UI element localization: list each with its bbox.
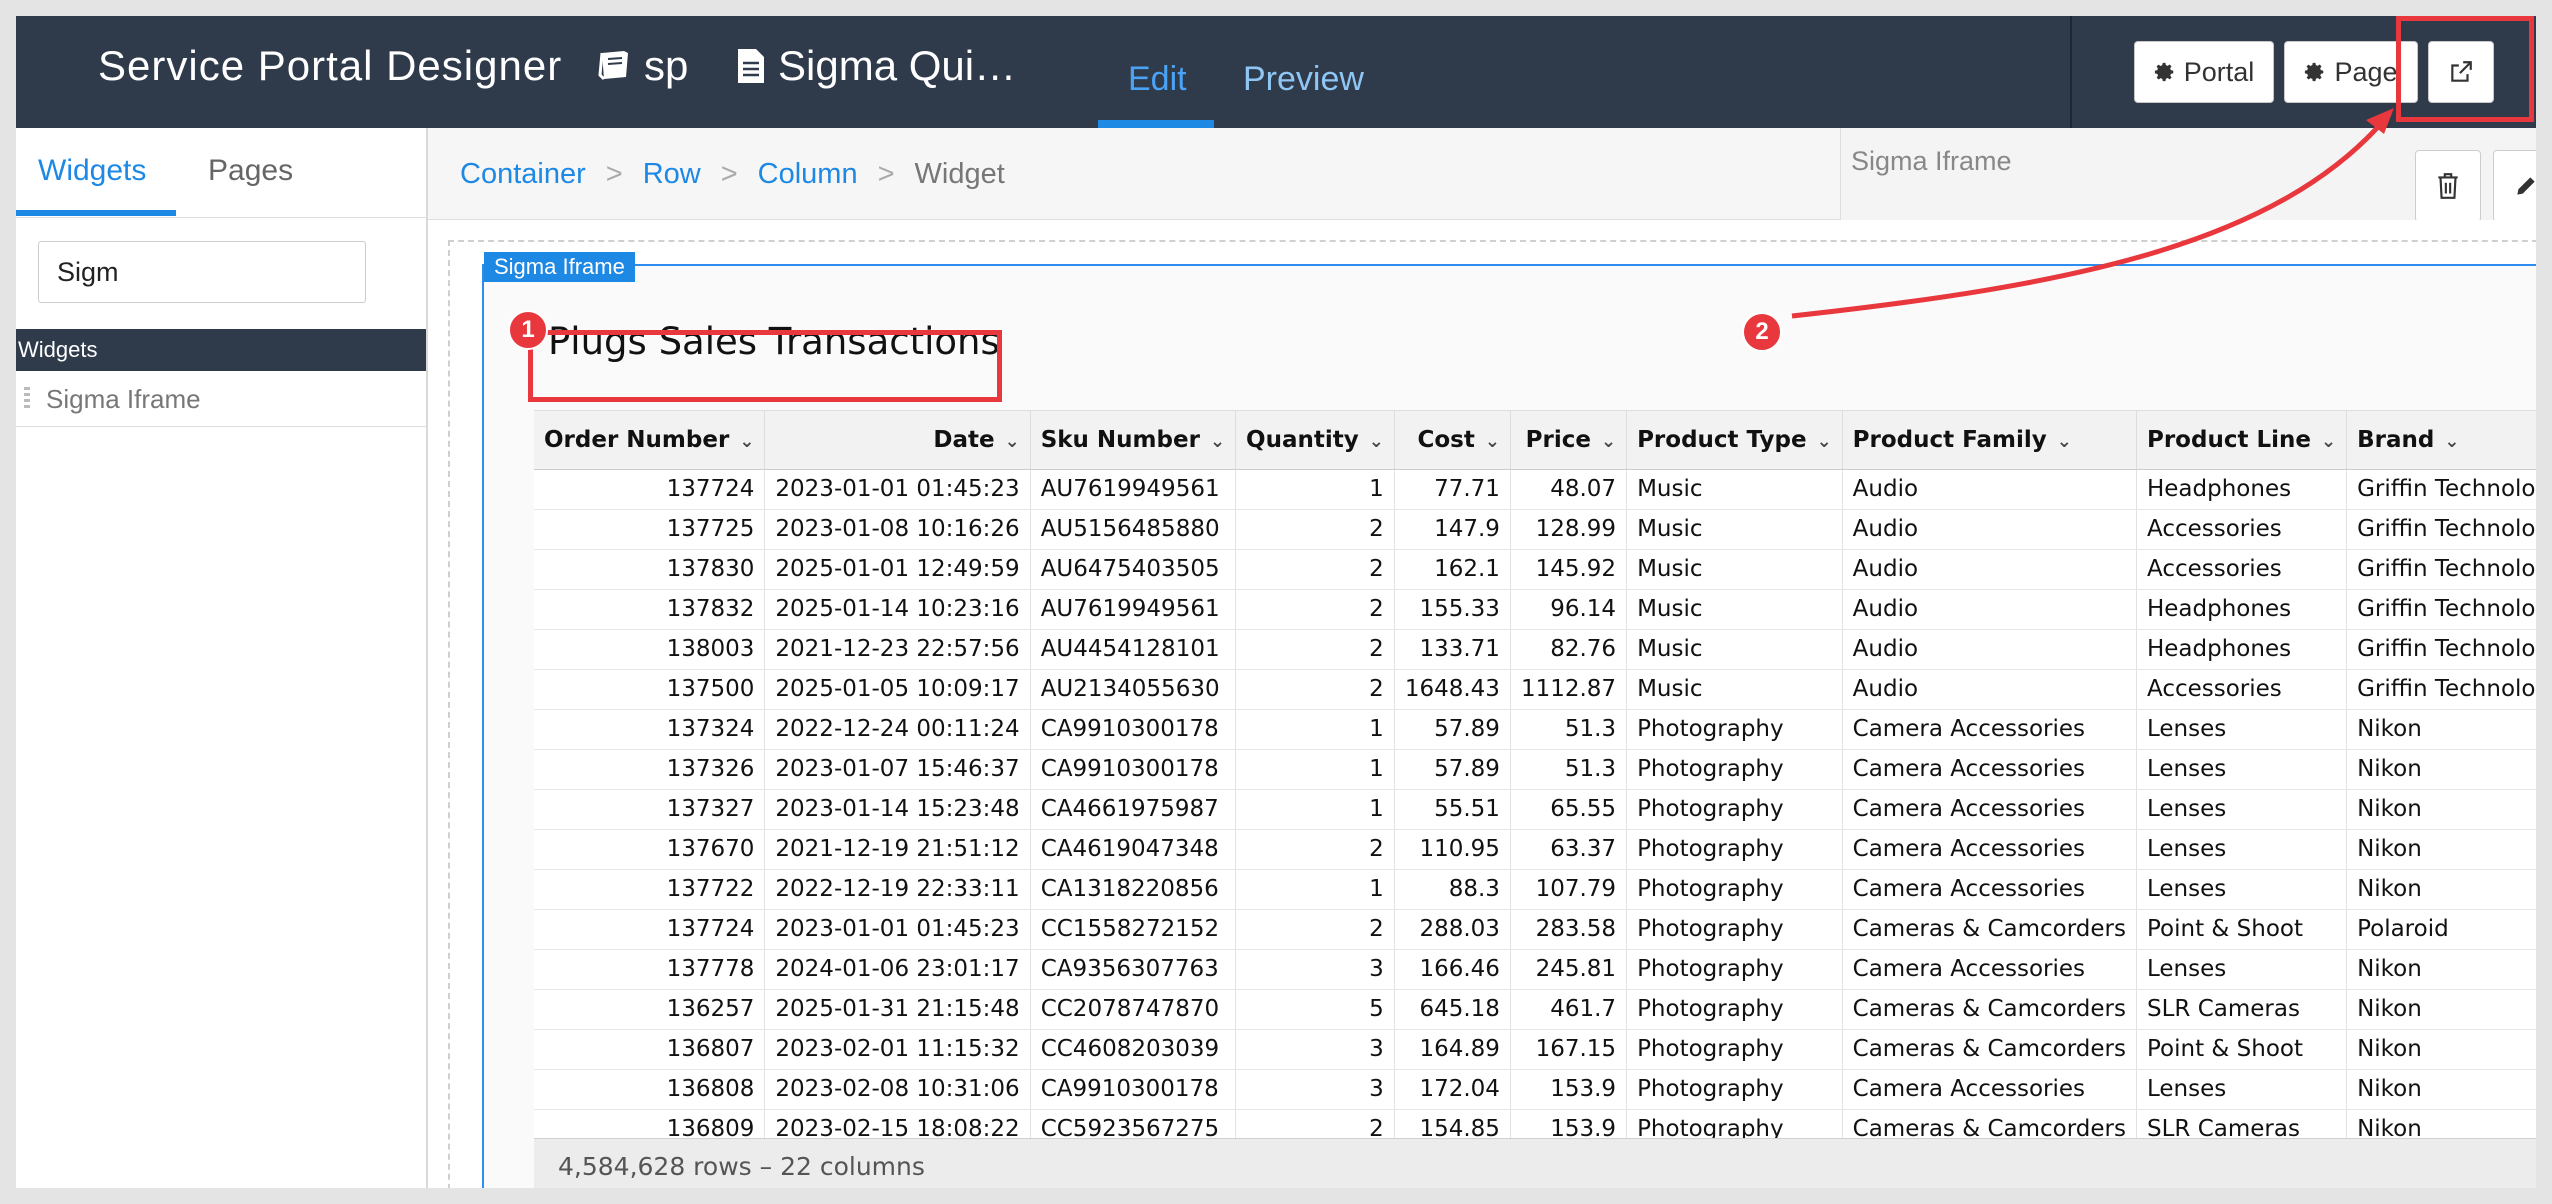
annotation-badge-2: 2 — [1742, 312, 1782, 352]
annotation-badge-1: 1 — [508, 310, 548, 350]
app-window: Service Portal Designer sp Sigma Qui… Ed… — [16, 16, 2536, 1188]
annotation-arrow — [1791, 108, 2394, 319]
